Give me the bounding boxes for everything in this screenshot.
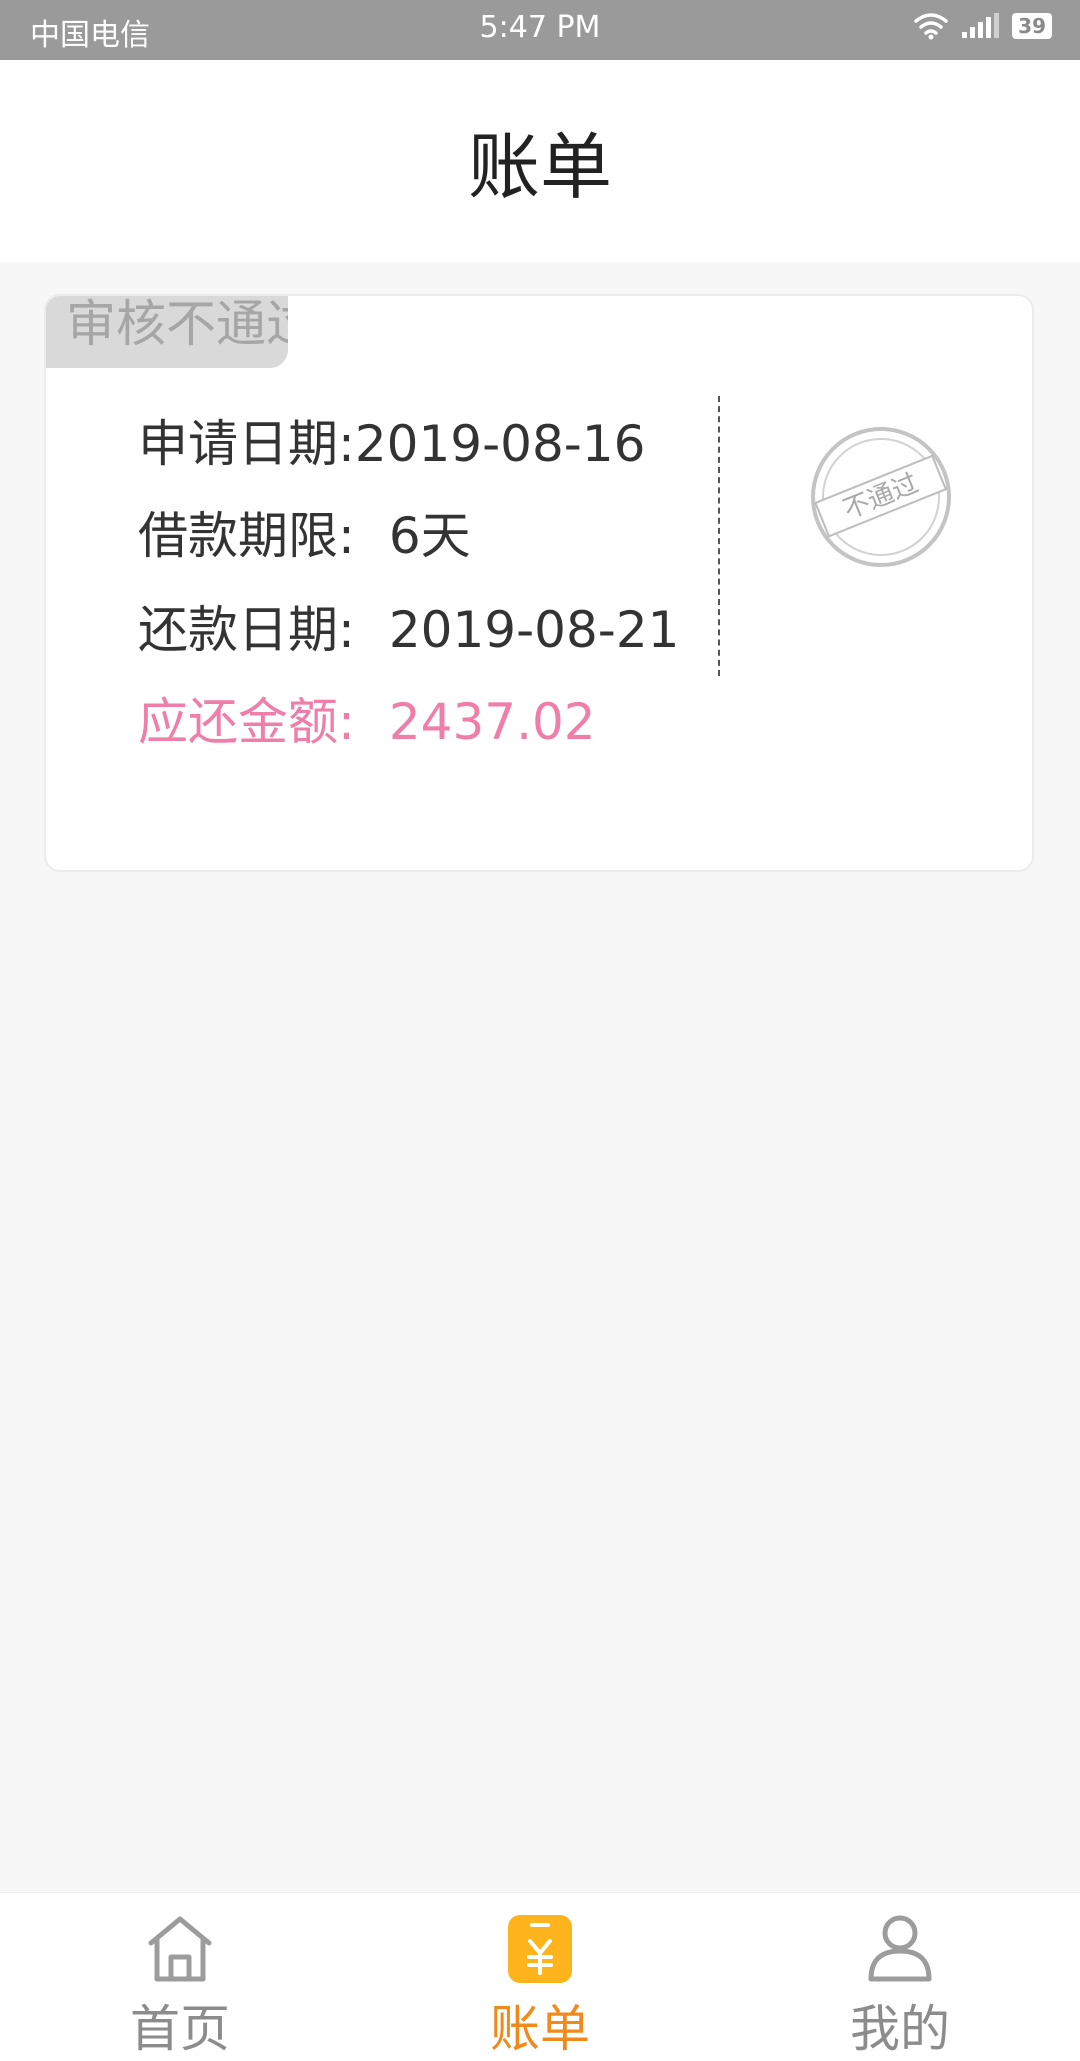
status-badge: 审核不通过 [46, 296, 288, 368]
wifi-icon [914, 13, 948, 40]
apply-date-label: 申请日期: [138, 415, 355, 473]
page-header: 账单 [0, 60, 1080, 262]
status-bar: 中国电信 5:47 PM 39 [0, 0, 1080, 60]
bottom-nav: 首页 账单 我的 [0, 1892, 1080, 2061]
tab-bill-label: 账单 [490, 2000, 590, 2058]
rejected-stamp-icon: 不通过 [811, 427, 951, 567]
tab-home[interactable]: 首页 [0, 1893, 360, 2061]
loan-term-row: 借款期限: 6天 [138, 496, 471, 568]
status-icons: 39 [914, 12, 1052, 40]
bill-icon [508, 1915, 572, 1983]
apply-date-value: 2019-08-16 [354, 415, 646, 473]
tab-home-label: 首页 [130, 2000, 230, 2058]
battery-icon: 39 [1012, 13, 1052, 39]
home-icon [148, 1916, 212, 1982]
dotted-divider [718, 396, 720, 676]
repay-date-value: 2019-08-21 [388, 601, 680, 659]
bill-card[interactable]: 审核不通过 申请日期:2019-08-16 借款期限: 6天 还款日期: 2019-… [44, 294, 1034, 872]
amount-due-label: 应还金额: [138, 693, 355, 751]
tab-mine-label: 我的 [850, 2000, 950, 2058]
loan-term-label: 借款期限: [138, 507, 355, 565]
repay-date-row: 还款日期: 2019-08-21 [138, 590, 679, 662]
amount-due-row: 应还金额: 2437.02 [138, 682, 596, 754]
tab-mine[interactable]: 我的 [720, 1893, 1080, 2061]
signal-icon [962, 13, 1000, 38]
page-title: 账单 [467, 125, 612, 209]
tab-bill[interactable]: 账单 [360, 1893, 720, 2061]
apply-date-row: 申请日期:2019-08-16 [138, 404, 645, 476]
amount-due-value: 2437.02 [388, 693, 596, 751]
repay-date-label: 还款日期: [138, 601, 355, 659]
user-icon [868, 1915, 932, 1982]
loan-term-value: 6天 [388, 507, 471, 565]
